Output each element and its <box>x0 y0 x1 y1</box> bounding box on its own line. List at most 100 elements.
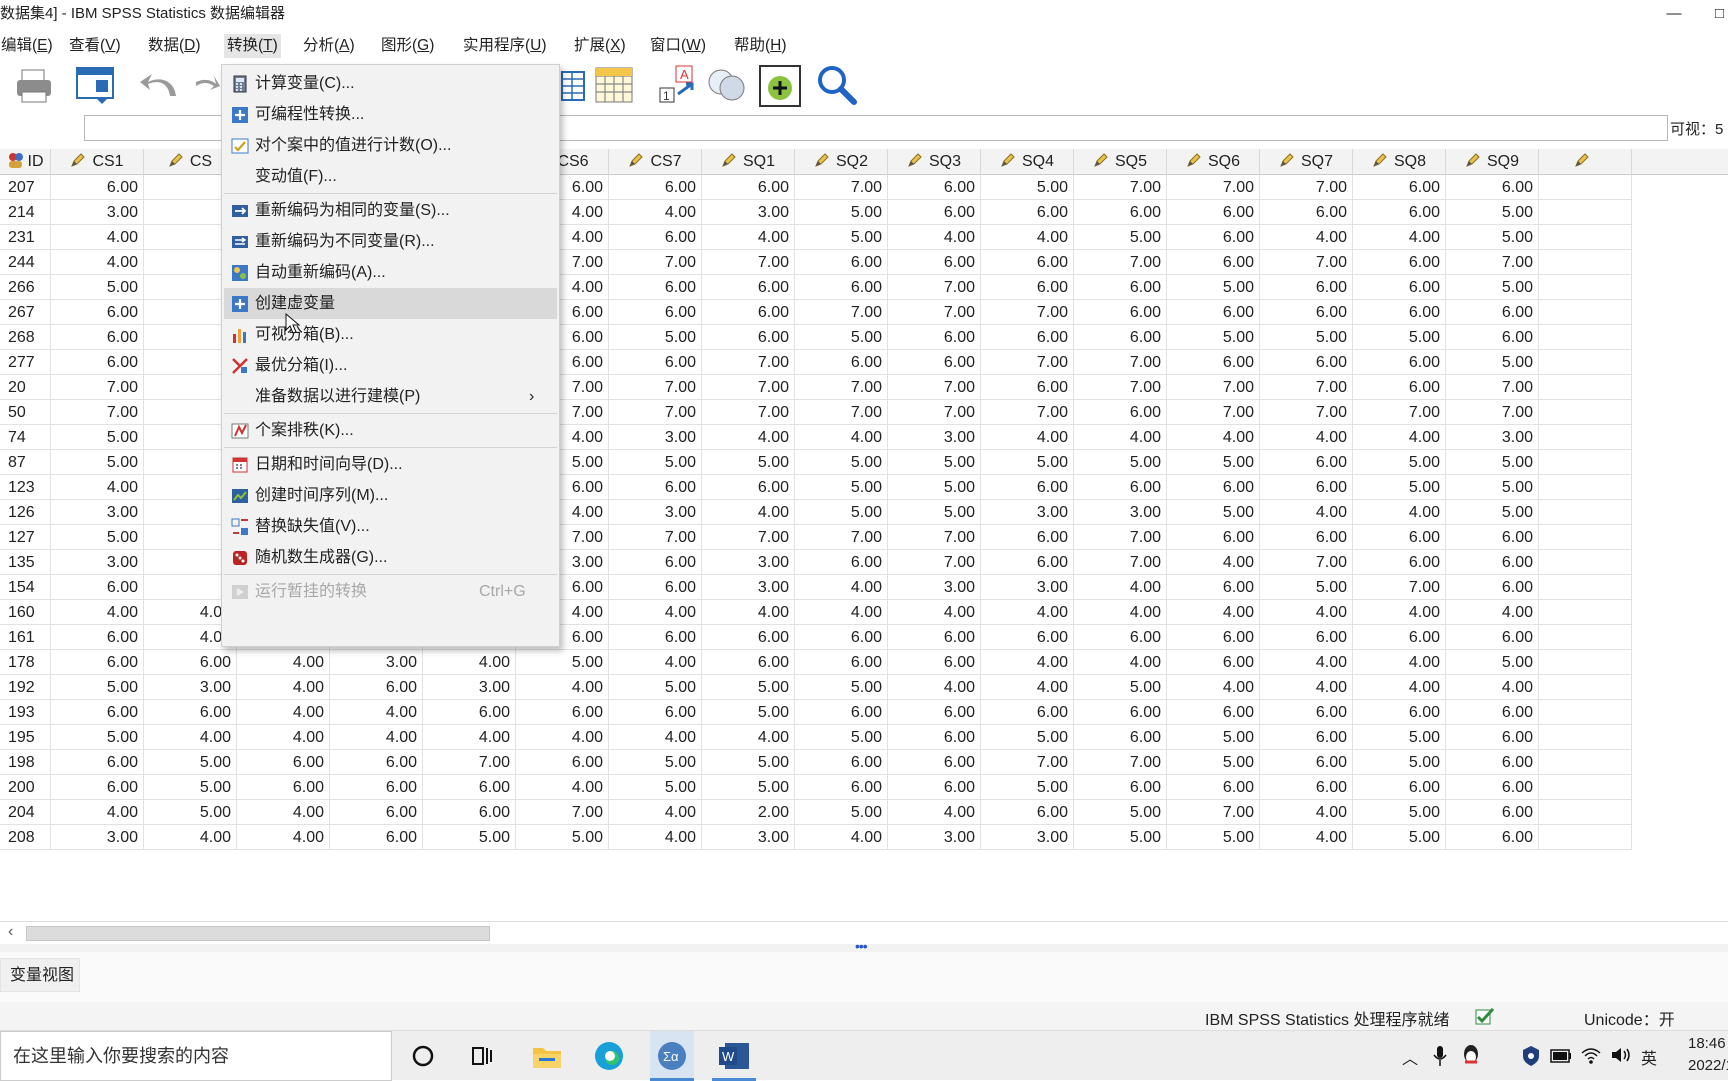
data-cell[interactable]: 2.00 <box>702 800 795 825</box>
data-cell[interactable]: 6.00 <box>888 750 981 775</box>
qq-icon[interactable] <box>1461 1044 1481 1068</box>
data-cell[interactable]: 3.00 <box>609 425 702 450</box>
data-cell[interactable]: 6.00 <box>1353 250 1446 275</box>
data-cell[interactable]: 6.00 <box>1074 300 1167 325</box>
data-cell[interactable]: 6.00 <box>1167 575 1260 600</box>
data-cell[interactable]: 6.00 <box>609 300 702 325</box>
data-cell[interactable] <box>1539 775 1632 800</box>
data-cell[interactable]: 7.00 <box>888 400 981 425</box>
data-cell[interactable]: 5.00 <box>1074 800 1167 825</box>
tab-variable-view[interactable]: 变量视图 <box>0 958 80 992</box>
data-cell[interactable]: 6.00 <box>795 250 888 275</box>
data-cell[interactable]: 6.00 <box>609 175 702 200</box>
data-cell[interactable]: 4.00 <box>795 825 888 850</box>
data-cell[interactable]: 4.00 <box>1353 600 1446 625</box>
data-cell[interactable]: 5.00 <box>609 450 702 475</box>
data-cell[interactable]: 7.00 <box>1260 175 1353 200</box>
data-cell[interactable]: 4.00 <box>888 225 981 250</box>
row-id-cell[interactable]: 126 <box>0 500 51 525</box>
data-cell[interactable]: 6.00 <box>516 700 609 725</box>
data-cell[interactable]: 6.00 <box>888 325 981 350</box>
data-cell[interactable]: 6.00 <box>981 325 1074 350</box>
menu-item[interactable]: 创建虚变量 <box>224 288 557 319</box>
data-cell[interactable]: 3.00 <box>144 675 237 700</box>
data-cell[interactable]: 5.00 <box>1353 725 1446 750</box>
data-cell[interactable]: 5.00 <box>702 700 795 725</box>
data-cell[interactable] <box>1539 425 1632 450</box>
data-cell[interactable]: 6.00 <box>1446 550 1539 575</box>
data-cell[interactable]: 6.00 <box>702 275 795 300</box>
data-cell[interactable]: 6.00 <box>1353 700 1446 725</box>
data-cell[interactable]: 4.00 <box>981 425 1074 450</box>
data-cell[interactable]: 3.00 <box>1446 425 1539 450</box>
data-cell[interactable]: 4.00 <box>237 825 330 850</box>
data-cell[interactable]: 6.00 <box>888 175 981 200</box>
data-cell[interactable]: 6.00 <box>1446 700 1539 725</box>
data-cell[interactable]: 5.00 <box>1446 225 1539 250</box>
data-cell[interactable]: 4.00 <box>1260 225 1353 250</box>
data-cell[interactable]: 3.00 <box>702 550 795 575</box>
data-cell[interactable]: 7.00 <box>702 250 795 275</box>
data-cell[interactable]: 5.00 <box>1167 500 1260 525</box>
data-cell[interactable] <box>1539 750 1632 775</box>
data-cell[interactable]: 7.00 <box>423 750 516 775</box>
data-cell[interactable]: 6.00 <box>1446 725 1539 750</box>
data-cell[interactable]: 3.00 <box>888 425 981 450</box>
data-cell[interactable]: 6.00 <box>609 550 702 575</box>
menu-extensions[interactable]: 扩展(X) <box>571 34 629 58</box>
data-cell[interactable]: 6.00 <box>423 775 516 800</box>
data-cell[interactable]: 5.00 <box>51 450 144 475</box>
data-cell[interactable]: 5.00 <box>1446 500 1539 525</box>
data-cell[interactable]: 3.00 <box>981 500 1074 525</box>
data-cell[interactable]: 4.00 <box>795 425 888 450</box>
menu-item[interactable]: 随机数生成器(G)... <box>224 542 557 573</box>
data-cell[interactable]: 7.00 <box>1074 350 1167 375</box>
data-cell[interactable]: 6.00 <box>1260 625 1353 650</box>
column-header[interactable]: CS1 <box>51 149 144 175</box>
ime-indicator[interactable]: 英 <box>1641 1045 1657 1069</box>
data-cell[interactable]: 4.00 <box>516 725 609 750</box>
data-cell[interactable]: 6.00 <box>981 625 1074 650</box>
menu-view[interactable]: 查看(V) <box>66 34 124 58</box>
pane-splitter[interactable]: ••• <box>0 938 1728 954</box>
data-cell[interactable]: 4.00 <box>981 600 1074 625</box>
menu-edit[interactable]: 编辑(E) <box>0 34 56 58</box>
column-header[interactable] <box>1539 149 1632 175</box>
data-cell[interactable]: 5.00 <box>1353 750 1446 775</box>
data-cell[interactable]: 6.00 <box>423 800 516 825</box>
row-id-cell[interactable]: 244 <box>0 250 51 275</box>
data-cell[interactable]: 6.00 <box>609 350 702 375</box>
data-cell[interactable]: 7.00 <box>702 375 795 400</box>
edge-icon[interactable] <box>592 1039 626 1073</box>
data-cell[interactable]: 7.00 <box>1260 250 1353 275</box>
data-cell[interactable]: 6.00 <box>51 175 144 200</box>
row-id-cell[interactable]: 231 <box>0 225 51 250</box>
row-id-cell[interactable]: 161 <box>0 625 51 650</box>
data-cell[interactable]: 5.00 <box>1167 325 1260 350</box>
data-cell[interactable]: 6.00 <box>888 650 981 675</box>
data-cell[interactable]: 4.00 <box>702 225 795 250</box>
data-cell[interactable]: 6.00 <box>1353 175 1446 200</box>
data-cell[interactable]: 6.00 <box>1353 525 1446 550</box>
data-cell[interactable]: 4.00 <box>237 700 330 725</box>
column-header[interactable]: SQ5 <box>1074 149 1167 175</box>
data-cell[interactable]: 6.00 <box>981 475 1074 500</box>
menu-item[interactable]: 可编程性转换... <box>224 99 557 130</box>
menu-graphs[interactable]: 图形(G) <box>378 34 437 58</box>
use-sets-icon[interactable] <box>706 66 748 104</box>
data-cell[interactable]: 4.00 <box>1353 500 1446 525</box>
data-cell[interactable]: 5.00 <box>702 775 795 800</box>
data-cell[interactable]: 6.00 <box>1167 200 1260 225</box>
data-cell[interactable]: 5.00 <box>888 475 981 500</box>
data-cell[interactable]: 7.00 <box>1446 250 1539 275</box>
data-cell[interactable]: 7.00 <box>981 350 1074 375</box>
data-cell[interactable] <box>1539 300 1632 325</box>
row-id-cell[interactable]: 127 <box>0 525 51 550</box>
security-shield-icon[interactable] <box>1522 1045 1540 1067</box>
data-cell[interactable]: 4.00 <box>51 475 144 500</box>
data-cell[interactable]: 6.00 <box>51 625 144 650</box>
data-cell[interactable]: 4.00 <box>423 725 516 750</box>
row-id-cell[interactable]: 208 <box>0 825 51 850</box>
data-cell[interactable]: 3.00 <box>702 575 795 600</box>
data-cell[interactable]: 6.00 <box>795 275 888 300</box>
